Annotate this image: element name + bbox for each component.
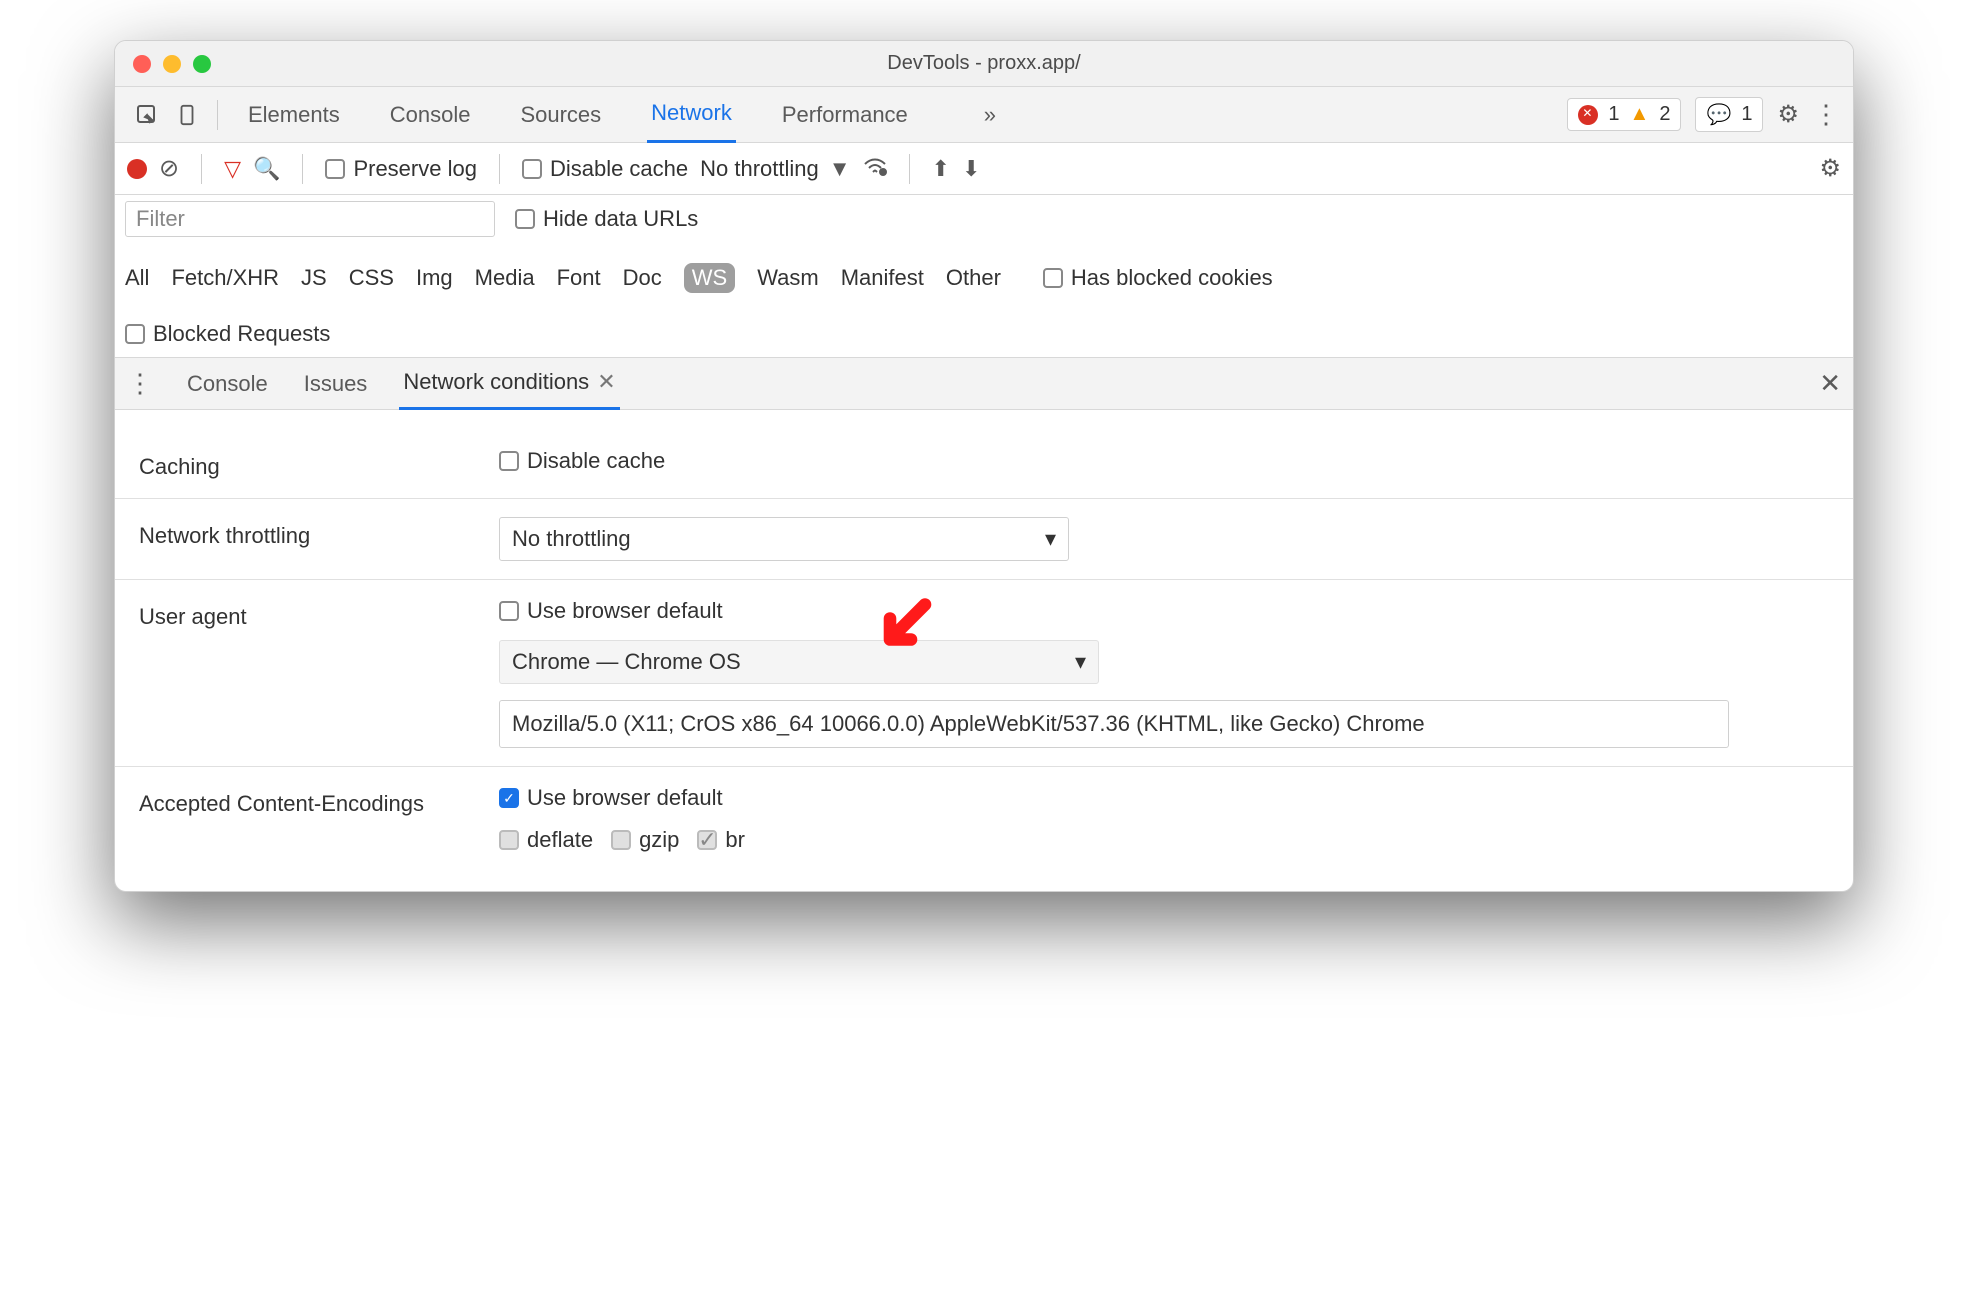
drawer-tab-network-conditions[interactable]: Network conditions ✕ xyxy=(399,357,619,410)
error-icon xyxy=(1578,105,1598,125)
drawer-close-icon[interactable]: ✕ xyxy=(1819,368,1841,399)
filter-font[interactable]: Font xyxy=(557,265,601,291)
tabstrip-right: 1 ▲ 2 💬 1 ⚙ ⋮ xyxy=(1567,97,1841,132)
error-count: 1 xyxy=(1608,103,1619,126)
filter-js[interactable]: JS xyxy=(301,265,327,291)
filter-input[interactable]: Filter xyxy=(125,201,495,237)
has-blocked-cookies-checkbox[interactable]: Has blocked cookies xyxy=(1043,265,1273,291)
filter-icon[interactable]: ▽ xyxy=(224,156,241,182)
import-har-icon[interactable]: ⬆ xyxy=(932,156,950,182)
filter-fetchxhr[interactable]: Fetch/XHR xyxy=(171,265,279,291)
devtools-window: DevTools - proxx.app/ Elements Console S… xyxy=(114,40,1854,892)
network-conditions-icon[interactable] xyxy=(863,156,887,182)
separator xyxy=(909,154,910,184)
filter-other[interactable]: Other xyxy=(946,265,1001,291)
throttling-select[interactable]: No throttling ▼ xyxy=(700,156,850,182)
hide-data-urls-checkbox[interactable]: Hide data URLs xyxy=(515,206,698,232)
chevron-down-icon: ▾ xyxy=(1045,526,1056,552)
main-tabstrip: Elements Console Sources Network Perform… xyxy=(115,87,1853,143)
encoding-options: deflate gzip ✓br xyxy=(499,827,1829,853)
separator xyxy=(499,154,500,184)
caching-label: Caching xyxy=(139,448,499,480)
filter-manifest[interactable]: Manifest xyxy=(841,265,924,291)
filter-css[interactable]: CSS xyxy=(349,265,394,291)
window-title: DevTools - proxx.app/ xyxy=(115,52,1853,75)
filter-ws[interactable]: WS xyxy=(684,263,735,293)
disable-cache-checkbox[interactable]: Disable cache xyxy=(522,156,688,182)
user-agent-select[interactable]: Chrome — Chrome OS ▾ xyxy=(499,640,1099,684)
throttling-label: Network throttling xyxy=(139,517,499,561)
drawer-tab-console[interactable]: Console xyxy=(183,359,272,409)
resource-type-filters: All Fetch/XHR JS CSS Img Media Font Doc … xyxy=(125,263,1843,293)
inspect-icon[interactable] xyxy=(127,95,167,135)
throttling-select-drawer[interactable]: No throttling ▾ xyxy=(499,517,1069,561)
drawer-menu-icon[interactable]: ⋮ xyxy=(127,368,155,399)
drawer-tab-issues[interactable]: Issues xyxy=(300,359,372,409)
message-icon: 💬 xyxy=(1706,102,1731,127)
enc-gzip-checkbox[interactable]: gzip xyxy=(611,827,679,853)
message-count: 1 xyxy=(1741,103,1752,126)
warning-icon: ▲ xyxy=(1630,103,1650,126)
tab-elements[interactable]: Elements xyxy=(244,88,344,142)
clear-icon[interactable]: ⊘ xyxy=(159,154,179,183)
device-toggle-icon[interactable] xyxy=(167,95,207,135)
filter-img[interactable]: Img xyxy=(416,265,453,291)
export-har-icon[interactable]: ⬇ xyxy=(962,156,980,182)
issues-pill[interactable]: 1 ▲ 2 xyxy=(1567,98,1681,131)
tab-console[interactable]: Console xyxy=(386,88,475,142)
filter-all[interactable]: All xyxy=(125,265,149,291)
messages-pill[interactable]: 💬 1 xyxy=(1695,97,1763,132)
preserve-log-checkbox[interactable]: Preserve log xyxy=(325,156,477,182)
separator xyxy=(201,154,202,184)
caching-row: Caching Disable cache xyxy=(115,430,1853,499)
tab-performance[interactable]: Performance xyxy=(778,88,912,142)
separator xyxy=(302,154,303,184)
user-agent-label: User agent xyxy=(139,598,499,748)
user-agent-row: User agent Use browser default Chrome — … xyxy=(115,580,1853,767)
panel-tabs: Elements Console Sources Network Perform… xyxy=(244,86,996,143)
user-agent-string-input[interactable]: Mozilla/5.0 (X11; CrOS x86_64 10066.0.0)… xyxy=(499,700,1729,748)
chevron-down-icon: ▼ xyxy=(829,156,851,182)
titlebar: DevTools - proxx.app/ xyxy=(115,41,1853,87)
filter-bar: Filter Hide data URLs All Fetch/XHR JS C… xyxy=(115,195,1853,358)
drawer-tabstrip: ⋮ Console Issues Network conditions ✕ ✕ xyxy=(115,358,1853,410)
blocked-requests-checkbox[interactable]: Blocked Requests xyxy=(125,321,330,347)
tab-sources[interactable]: Sources xyxy=(516,88,605,142)
filter-doc[interactable]: Doc xyxy=(623,265,662,291)
throttling-row: Network throttling No throttling ▾ xyxy=(115,499,1853,580)
tab-network[interactable]: Network xyxy=(647,86,736,143)
close-tab-icon[interactable]: ✕ xyxy=(597,369,615,395)
enc-deflate-checkbox[interactable]: deflate xyxy=(499,827,593,853)
content-encodings-row: Accepted Content-Encodings ✓Use browser … xyxy=(115,767,1853,871)
record-button[interactable] xyxy=(127,159,147,179)
filter-wasm[interactable]: Wasm xyxy=(757,265,819,291)
network-conditions-panel: Caching Disable cache Network throttling… xyxy=(115,410,1853,891)
enc-br-checkbox[interactable]: ✓br xyxy=(697,827,745,853)
disable-cache-checkbox-drawer[interactable]: Disable cache xyxy=(499,448,1829,474)
more-tabs-icon[interactable]: » xyxy=(984,102,996,128)
enc-use-default-checkbox[interactable]: ✓Use browser default xyxy=(499,785,1829,811)
network-settings-icon[interactable]: ⚙ xyxy=(1819,154,1841,183)
ua-use-default-checkbox[interactable]: Use browser default xyxy=(499,598,1829,624)
warning-count: 2 xyxy=(1659,103,1670,126)
chevron-down-icon: ▾ xyxy=(1075,649,1086,675)
filter-media[interactable]: Media xyxy=(475,265,535,291)
search-icon[interactable]: 🔍 xyxy=(253,156,280,182)
settings-icon[interactable]: ⚙ xyxy=(1777,100,1799,129)
network-toolbar: ⊘ ▽ 🔍 Preserve log Disable cache No thro… xyxy=(115,143,1853,195)
content-encodings-label: Accepted Content-Encodings xyxy=(139,785,499,853)
separator xyxy=(217,100,218,130)
kebab-menu-icon[interactable]: ⋮ xyxy=(1813,99,1841,130)
